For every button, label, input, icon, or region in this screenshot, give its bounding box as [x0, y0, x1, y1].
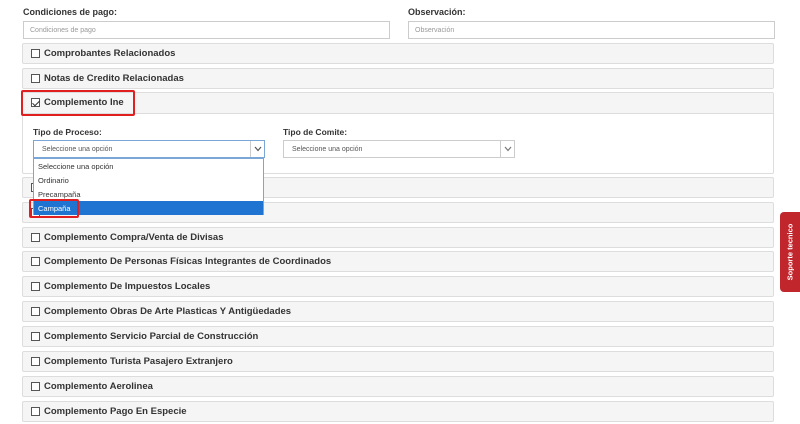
committee-type-value: Seleccione una opción: [292, 146, 363, 153]
dropdown-option[interactable]: Ordinario: [34, 173, 263, 187]
payment-conditions-input[interactable]: Condiciones de pago: [23, 21, 390, 39]
panel-title: Complemento De Personas Físicas Integran…: [44, 256, 332, 267]
panel-pago-especie[interactable]: Complemento Pago En Especie: [22, 401, 774, 422]
observation-input[interactable]: Observación: [408, 21, 775, 39]
panel-title: Complemento De Impuestos Locales: [44, 281, 211, 292]
panel-obras-arte[interactable]: Complemento Obras De Arte Plasticas Y An…: [22, 301, 774, 322]
checkbox[interactable]: [31, 257, 40, 266]
checkbox[interactable]: [31, 233, 40, 242]
dropdown-option[interactable]: Seleccione una opción: [34, 159, 263, 173]
panel-title: Notas de Credito Relacionadas: [44, 73, 184, 84]
process-type-label: Tipo de Proceso:: [33, 127, 102, 137]
panel-title: Complemento Compra/Venta de Divisas: [44, 232, 224, 243]
complemento-ine-highlight: [21, 90, 135, 116]
support-tab[interactable]: Soporte tecnico: [780, 212, 800, 292]
committee-type-label: Tipo de Comite:: [283, 127, 348, 137]
complemento-ine-header[interactable]: Complemento Ine: [23, 93, 773, 114]
panel-title: Complemento Aerolinea: [44, 381, 153, 392]
checkbox[interactable]: [31, 357, 40, 366]
campana-option-highlight: [29, 199, 79, 218]
top-fields: Condiciones de pago: Condiciones de pago…: [0, 0, 800, 44]
checkbox[interactable]: [31, 307, 40, 316]
panel-title: Complemento Servicio Parcial de Construc…: [44, 331, 259, 342]
panel-notas-credito[interactable]: Notas de Credito Relacionadas: [22, 68, 774, 89]
support-label: Soporte tecnico: [785, 223, 795, 281]
comprobantes-checkbox[interactable]: [31, 49, 40, 58]
checkbox[interactable]: [31, 332, 40, 341]
committee-type-select[interactable]: Seleccione una opción: [283, 140, 515, 158]
checkbox[interactable]: [31, 382, 40, 391]
checkbox[interactable]: [31, 407, 40, 416]
process-type-value: Seleccione una opción: [42, 146, 113, 153]
panel-title: Complemento Turista Pasajero Extranjero: [44, 356, 233, 367]
process-type-select[interactable]: Seleccione una opción: [33, 140, 265, 158]
panel-comprobantes-relacionados[interactable]: Comprobantes Relacionados: [22, 43, 774, 64]
panel-turista-pasajero[interactable]: Complemento Turista Pasajero Extranjero: [22, 351, 774, 372]
panel-servicio-parcial[interactable]: Complemento Servicio Parcial de Construc…: [22, 326, 774, 347]
notas-credito-checkbox[interactable]: [31, 74, 40, 83]
panel-title: Complemento Pago En Especie: [44, 406, 187, 417]
chevron-down-icon[interactable]: [250, 141, 264, 157]
checkbox[interactable]: [31, 282, 40, 291]
panel-title: Complemento Obras De Arte Plasticas Y An…: [44, 306, 292, 317]
observation-label: Observación:: [408, 7, 466, 17]
panel-personas-fisicas[interactable]: Complemento De Personas Físicas Integran…: [22, 251, 774, 272]
panel-impuestos-locales[interactable]: Complemento De Impuestos Locales: [22, 276, 774, 297]
payment-conditions-label: Condiciones de pago:: [23, 7, 118, 17]
panel-compra-venta-divisas[interactable]: Complemento Compra/Venta de Divisas: [22, 227, 774, 248]
chevron-down-icon[interactable]: [500, 141, 514, 157]
panel-title: Comprobantes Relacionados: [44, 48, 176, 59]
panel-aerolinea[interactable]: Complemento Aerolinea: [22, 376, 774, 397]
